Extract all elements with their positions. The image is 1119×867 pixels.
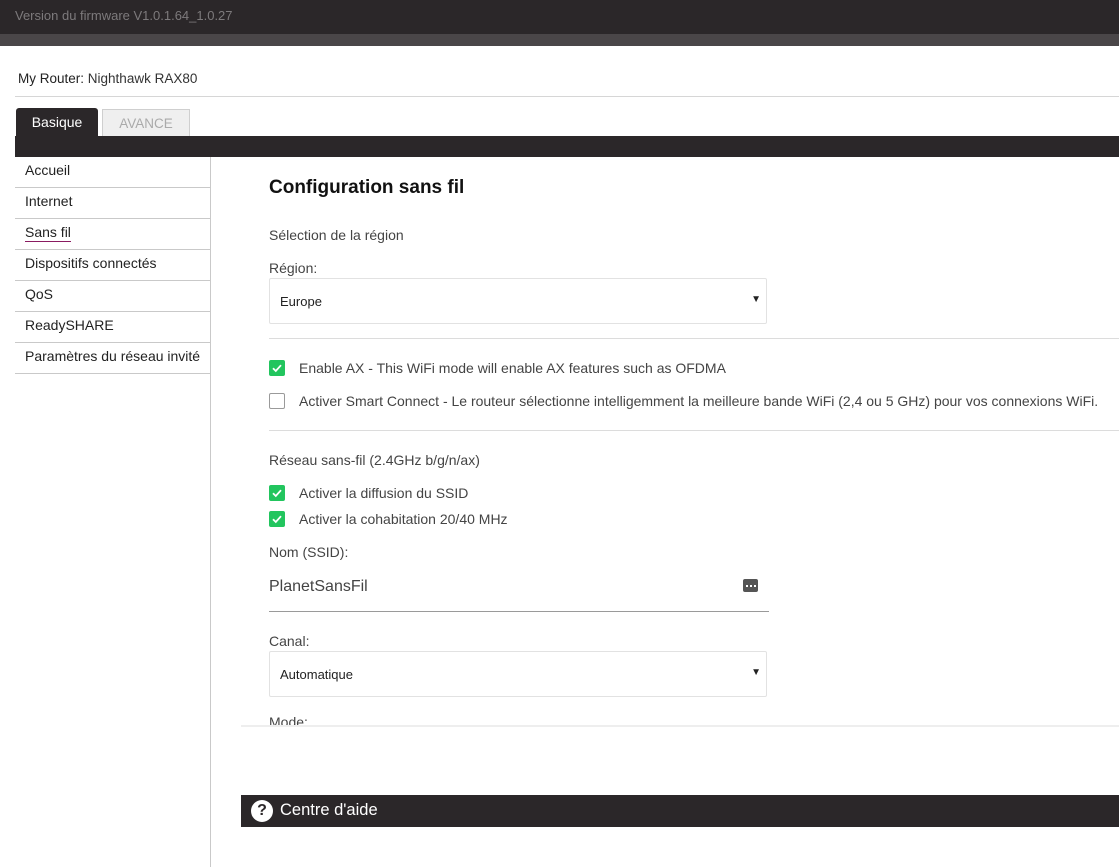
password-dots-icon[interactable] [743,579,758,592]
tab-basic[interactable]: Basique [16,108,98,136]
sidebar-item-label: Accueil [25,162,71,178]
dropdown-arrow-icon: ▼ [751,294,761,305]
ssid-broadcast-option[interactable]: Activer la diffusion du SSID [269,484,468,502]
top-bar-strip [0,34,1119,46]
enable-ax-option[interactable]: Enable AX - This WiFi mode will enable A… [269,359,726,377]
router-name: Nighthawk RAX80 [87,71,198,86]
sidebar-item-internet[interactable]: Internet [15,188,211,219]
question-icon: ? [251,800,273,822]
help-center-bar[interactable]: ? Centre d'aide [241,795,1119,827]
sidebar-item-label: Dispositifs connectés [25,255,157,271]
ssid-label: Nom (SSID): [269,544,349,560]
coexistence-option[interactable]: Activer la cohabitation 20/40 MHz [269,510,508,528]
region-select[interactable]: Europe ▼ [269,278,767,324]
top-bar: Version du firmware V1.0.1.64_1.0.27 [0,0,1119,34]
divider [15,96,1119,97]
sidebar-item-label: ReadySHARE [25,317,114,333]
enable-ax-checkbox[interactable] [269,360,285,376]
coexistence-checkbox[interactable] [269,511,285,527]
sidebar: Accueil Internet Sans fil Dispositifs co… [15,157,211,374]
sidebar-item-guest-network[interactable]: Paramètres du réseau invité [15,343,211,374]
sidebar-item-label: Paramètres du réseau invité [25,348,201,364]
page-title: Configuration sans fil [269,177,465,198]
check-icon [272,489,282,498]
mode-label: Mode: [269,714,308,725]
network-section-title: Réseau sans-fil (2.4GHz b/g/n/ax) [269,452,480,468]
ssid-broadcast-checkbox[interactable] [269,485,285,501]
sidebar-item-label: Internet [25,193,73,209]
smart-connect-label: Activer Smart Connect - Le routeur sélec… [299,393,1099,409]
help-center-label: Centre d'aide [280,801,378,819]
router-label: My Router: [18,71,85,86]
firmware-version: Version du firmware V1.0.1.64_1.0.27 [15,8,233,23]
ssid-broadcast-label: Activer la diffusion du SSID [299,485,469,501]
ssid-value: PlanetSansFil [269,578,368,595]
sidebar-border [210,157,211,867]
sidebar-item-label: QoS [25,286,54,302]
ssid-input[interactable]: PlanetSansFil [269,567,769,612]
enable-ax-label: Enable AX - This WiFi mode will enable A… [299,360,726,376]
main-content[interactable]: Configuration sans fil Sélection de la r… [241,157,1119,725]
region-value: Europe [280,294,322,309]
sidebar-item-qos[interactable]: QoS [15,281,211,312]
region-section-title: Sélection de la région [269,227,404,243]
content-bottom-edge [241,725,1119,727]
region-label: Région: [269,260,318,276]
sidebar-item-dispositifs[interactable]: Dispositifs connectés [15,250,211,281]
sidebar-item-label: Sans fil [25,224,71,242]
smart-connect-option[interactable]: Activer Smart Connect - Le routeur sélec… [269,392,1098,410]
router-info: My Router: Nighthawk RAX80 [18,71,197,86]
sidebar-item-readyshare[interactable]: ReadySHARE [15,312,211,343]
divider [269,338,1119,339]
coexistence-label: Activer la cohabitation 20/40 MHz [299,511,508,527]
dropdown-arrow-icon: ▼ [751,667,761,678]
tab-bar [15,136,1119,157]
channel-value: Automatique [280,667,353,682]
tab-advanced[interactable]: AVANCE [102,109,190,136]
channel-label: Canal: [269,633,310,649]
channel-select[interactable]: Automatique ▼ [269,651,767,697]
sidebar-item-sans-fil[interactable]: Sans fil [15,219,211,250]
check-icon [272,364,282,373]
divider [269,430,1119,431]
sidebar-item-accueil[interactable]: Accueil [15,157,211,188]
smart-connect-checkbox[interactable] [269,393,285,409]
check-icon [272,515,282,524]
